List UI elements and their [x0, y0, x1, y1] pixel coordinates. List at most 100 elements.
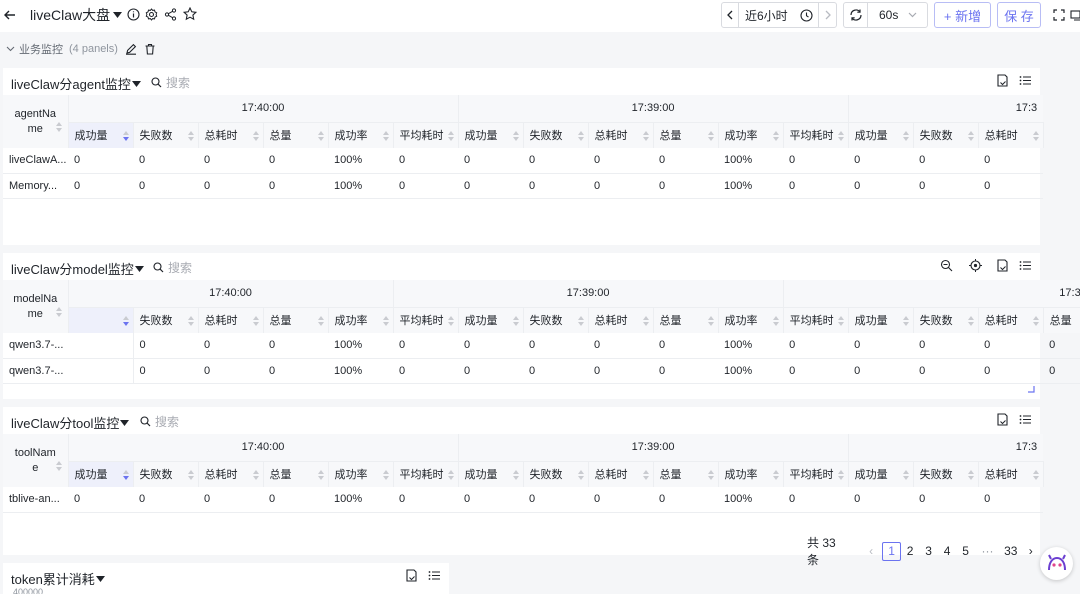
sort-arrows-icon[interactable] — [707, 469, 714, 480]
page-4-button[interactable]: 4 — [938, 542, 956, 561]
metric-column-header[interactable]: 成功量 — [68, 460, 134, 487]
sort-arrows-icon[interactable] — [512, 469, 519, 480]
sort-arrows-icon[interactable] — [55, 460, 62, 471]
sort-arrows-icon[interactable] — [772, 315, 779, 326]
target-focus-icon[interactable] — [969, 259, 983, 273]
metric-column-header[interactable]: 成功量 — [458, 121, 524, 148]
star-icon[interactable] — [183, 7, 197, 21]
list-view-icon[interactable] — [1019, 259, 1033, 273]
tv-mode-icon[interactable] — [1070, 9, 1080, 21]
time-prev-button[interactable] — [722, 3, 739, 27]
edit-pencil-icon[interactable] — [125, 43, 137, 55]
panel-title[interactable]: liveClaw分model监控 — [11, 259, 144, 278]
sort-arrows-icon[interactable] — [122, 130, 129, 141]
metric-column-header[interactable]: 总耗时 — [198, 121, 264, 148]
sort-arrows-icon[interactable] — [317, 469, 324, 480]
metric-column-header[interactable]: 总耗时 — [198, 460, 264, 487]
panel-search[interactable]: 搜索 — [140, 413, 179, 430]
metric-column-header[interactable]: 成功率 — [718, 306, 784, 333]
table-row[interactable]: qwen3.7-... 0 0 0 100% 0 0 0 0 0 100% 0 0 0 0 0 — [3, 358, 1080, 384]
metric-column-header[interactable]: 成功率 — [718, 460, 784, 487]
sort-arrows-icon[interactable] — [642, 130, 649, 141]
sort-arrows-icon[interactable] — [577, 130, 584, 141]
settings-gear-icon[interactable] — [145, 8, 158, 21]
metric-column-header[interactable]: 失败数 — [133, 121, 199, 148]
table-row[interactable]: qwen3.7-... 0 0 0 100% 0 0 0 0 0 100% 0 0 0 0 0 — [3, 333, 1080, 359]
page-5-button[interactable]: 5 — [956, 542, 974, 561]
sort-arrows-icon[interactable] — [902, 315, 909, 326]
metric-column-header[interactable]: 成功率 — [718, 121, 784, 148]
time-range-select[interactable]: 近6小时 — [739, 3, 818, 27]
metric-column-header[interactable]: 总量 — [263, 306, 329, 333]
sort-arrows-icon[interactable] — [837, 315, 844, 326]
sort-arrows-icon[interactable] — [902, 469, 909, 480]
sort-arrows-icon[interactable] — [317, 315, 324, 326]
sort-arrows-icon[interactable] — [772, 130, 779, 141]
metric-column-header[interactable]: 成功率 — [328, 460, 394, 487]
sort-arrows-icon[interactable] — [512, 315, 519, 326]
sort-arrows-icon[interactable] — [252, 130, 259, 141]
page-2-button[interactable]: 2 — [901, 542, 919, 561]
time-next-button[interactable] — [818, 3, 836, 27]
sort-arrows-icon[interactable] — [577, 469, 584, 480]
metric-column-header[interactable]: 总量 — [653, 121, 719, 148]
metric-column-header[interactable]: 成功量 — [458, 306, 524, 333]
metric-column-header[interactable]: 总量 — [263, 460, 329, 487]
prev-page-button[interactable]: ‹ — [862, 542, 880, 561]
panel-search[interactable]: 搜索 — [153, 259, 192, 276]
sort-arrows-icon[interactable] — [187, 315, 194, 326]
sort-arrows-icon[interactable] — [382, 469, 389, 480]
sort-arrows-icon[interactable] — [447, 315, 454, 326]
section-title[interactable]: 业务监控 — [19, 41, 63, 57]
dashboard-title[interactable]: liveClaw大盘 — [30, 7, 123, 23]
panel-title[interactable]: liveClaw分agent监控 — [11, 74, 141, 93]
sort-arrows-icon[interactable] — [382, 315, 389, 326]
share-icon[interactable] — [164, 8, 177, 21]
save-button[interactable]: 保 存 — [997, 2, 1041, 28]
metric-column-header[interactable]: 总量 — [653, 306, 719, 333]
metric-column-header[interactable]: 总耗时 — [978, 121, 1044, 148]
sort-arrows-icon[interactable] — [967, 130, 974, 141]
metric-column-header[interactable]: 总量 — [263, 121, 329, 148]
metric-column-header[interactable]: 总耗时 — [588, 306, 654, 333]
metric-column-header[interactable]: 总耗时 — [588, 460, 654, 487]
add-button[interactable]: + 新增 — [934, 2, 991, 28]
sort-arrows-icon[interactable] — [1032, 130, 1039, 141]
metric-column-header[interactable]: 总耗时 — [198, 306, 264, 333]
metric-column-header[interactable]: 成功率 — [328, 306, 394, 333]
list-view-icon[interactable] — [1019, 413, 1033, 427]
sort-arrows-icon[interactable] — [447, 469, 454, 480]
export-csv-icon[interactable] — [405, 569, 419, 583]
metric-column-header[interactable]: 成功量 — [848, 121, 914, 148]
sort-arrows-icon[interactable] — [642, 315, 649, 326]
sort-arrows-icon[interactable] — [837, 130, 844, 141]
metric-column-header[interactable]: 失败数 — [913, 306, 979, 333]
panel-title[interactable]: liveClaw分tool监控 — [11, 413, 130, 432]
sort-arrows-icon[interactable] — [382, 130, 389, 141]
metric-column-header[interactable]: 成功量 — [458, 460, 524, 487]
page-3-button[interactable]: 3 — [919, 542, 937, 561]
list-view-icon[interactable] — [1019, 74, 1033, 88]
sort-arrows-icon[interactable] — [187, 130, 194, 141]
metric-column-header[interactable]: 平均耗时 — [393, 121, 459, 148]
table-row[interactable]: liveClawA... 0 0 0 0 100% 0 0 0 0 0 100% 0 0 0 0 — [3, 148, 1044, 174]
refresh-button[interactable] — [844, 3, 868, 27]
name-column-header[interactable]: toolNam e — [3, 434, 69, 487]
fullscreen-icon[interactable] — [1053, 9, 1065, 21]
assistant-mascot-icon[interactable] — [1040, 547, 1073, 580]
sort-arrows-icon[interactable] — [1032, 469, 1039, 480]
sort-arrows-icon[interactable] — [642, 469, 649, 480]
sort-arrows-icon[interactable] — [837, 469, 844, 480]
panel-title[interactable]: token累计消耗 — [11, 569, 105, 588]
sort-arrows-icon[interactable] — [902, 130, 909, 141]
sort-arrows-icon[interactable] — [122, 315, 129, 326]
metric-column-header[interactable]: 总耗时 — [978, 306, 1044, 333]
sort-arrows-icon[interactable] — [512, 130, 519, 141]
refresh-interval-select[interactable]: 60s — [868, 3, 927, 27]
sort-arrows-icon[interactable] — [252, 469, 259, 480]
name-column-header[interactable]: modelNa me — [3, 280, 69, 333]
metric-column-header[interactable]: 失败数 — [523, 306, 589, 333]
metric-column-header[interactable]: 总量 — [653, 460, 719, 487]
sort-arrows-icon[interactable] — [707, 130, 714, 141]
metric-column-header[interactable]: 平均耗时 — [783, 306, 849, 333]
